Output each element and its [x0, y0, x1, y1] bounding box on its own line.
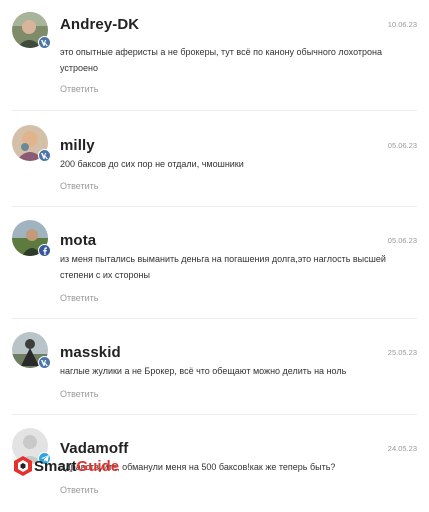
comment-author[interactable]: masskid: [60, 344, 121, 361]
facebook-icon: [38, 244, 51, 257]
smartguide-watermark: Smart Guide: [14, 456, 119, 476]
reply-button[interactable]: Ответить: [60, 181, 98, 191]
vk-icon: [38, 36, 51, 49]
comment-text: из меня пытались выманить деньга на пога…: [60, 254, 386, 280]
comment-author[interactable]: Vadamoff: [60, 440, 128, 457]
divider: [12, 110, 417, 111]
smartguide-logo-icon: [14, 456, 32, 476]
comment-date: 25.05.23: [387, 348, 417, 357]
comment-author[interactable]: milly: [60, 137, 95, 154]
reply-button[interactable]: Ответить: [60, 293, 98, 303]
reply-button[interactable]: Ответить: [60, 389, 98, 399]
divider: [12, 206, 417, 207]
comment-date: 05.06.23: [387, 236, 417, 245]
comment-author[interactable]: Andrey-DK: [60, 16, 139, 33]
reply-button[interactable]: Ответить: [60, 84, 98, 94]
vk-icon: [38, 356, 51, 369]
vk-icon: [38, 149, 51, 162]
comment-date: 10.06.23: [387, 20, 417, 29]
divider: [12, 318, 417, 319]
comment-author[interactable]: mota: [60, 232, 96, 249]
watermark-text-smart: Smart: [34, 457, 77, 475]
watermark-text-guide: Guide: [76, 457, 120, 475]
comment-date: 05.06.23: [387, 141, 417, 150]
comment-text: 200 баксов до сих пор не отдали, чмошник…: [60, 159, 244, 169]
comment-text: наглые жулики а не Брокер, всё что обеща…: [60, 366, 347, 376]
comment-text: это опытные аферисты а не брокеры, тут в…: [60, 47, 382, 73]
comment-date: 24.05.23: [387, 444, 417, 453]
reply-button[interactable]: Ответить: [60, 485, 98, 495]
divider: [12, 414, 417, 415]
